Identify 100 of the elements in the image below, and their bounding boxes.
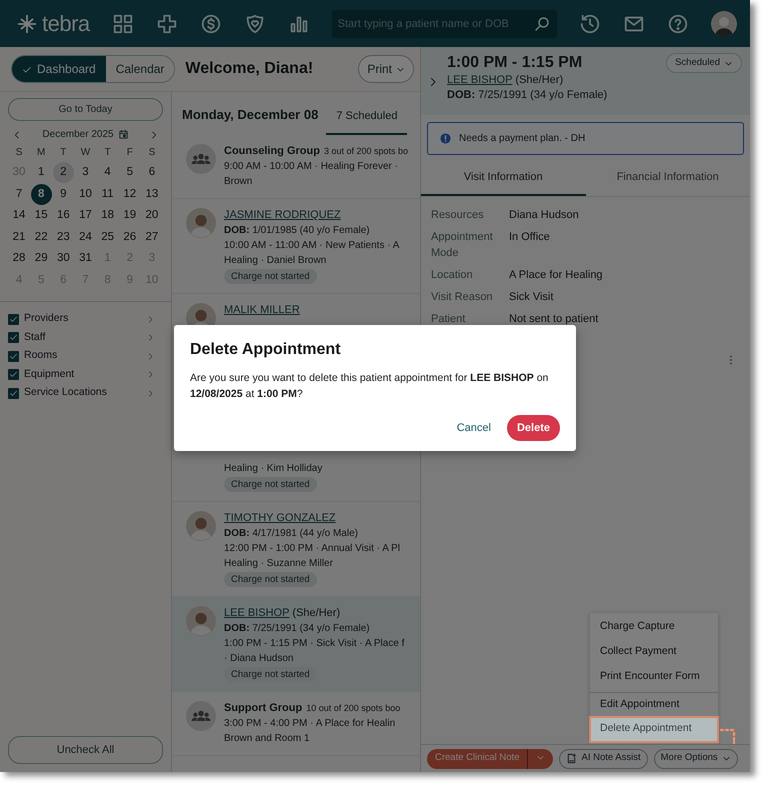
filter-label[interactable]: Rooms	[24, 348, 141, 364]
weekday-label: W	[80, 146, 92, 160]
weekday-label: M	[36, 146, 46, 160]
calendar-day[interactable]: 28	[8, 248, 30, 269]
field-label: Visit Reason	[431, 290, 494, 304]
calendar-day[interactable]: 18	[97, 205, 118, 226]
avatar-icon	[186, 208, 216, 238]
calendar-day[interactable]: 26	[119, 226, 140, 248]
appointment-detail: Brown and Room 1	[224, 732, 311, 746]
calendar-day[interactable]: 21	[8, 226, 30, 248]
cross-icon[interactable]	[156, 12, 178, 34]
print-button[interactable]: Print	[358, 55, 414, 83]
dollar-icon[interactable]	[200, 12, 222, 34]
search-field[interactable]: Start typing a patient name or DOB	[332, 10, 557, 38]
date-heading: Monday, December 08	[182, 106, 318, 124]
menu-item[interactable]: Delete Appointment	[590, 717, 718, 742]
calendar-day[interactable]: 23	[52, 226, 74, 248]
calendar-icon[interactable]	[118, 129, 129, 140]
calendar-day[interactable]: 19	[119, 205, 140, 226]
history-icon[interactable]	[578, 12, 601, 34]
grid-icon[interactable]	[112, 12, 134, 34]
filter-label[interactable]: Service Locations	[24, 385, 141, 402]
dob-text: DOB: 4/17/1981 (44 y/o Male)	[224, 527, 359, 541]
kebab-menu-icon[interactable]	[729, 355, 733, 365]
dialog-message: Are you sure you want to delete this patient appointment for LEE BISHOP on 12/08/2025 at 1:00 PM?	[190, 371, 550, 402]
caret-icon	[722, 754, 731, 763]
avatar-icon[interactable]	[710, 10, 737, 36]
appointment-detail: Brown	[224, 175, 254, 189]
menu-item[interactable]: Collect Payment	[590, 640, 718, 665]
patient-name-link[interactable]: LEE BISHOP	[447, 74, 512, 86]
group-title: Counseling Group	[224, 145, 320, 157]
calendar-day[interactable]: 3	[74, 162, 96, 183]
calendar-day[interactable]: 25	[97, 226, 118, 248]
search-icon[interactable]	[532, 14, 551, 32]
info-tab[interactable]: Financial Information	[586, 162, 750, 196]
checkbox[interactable]	[8, 314, 19, 325]
menu-item[interactable]: Print Encounter Form	[590, 664, 718, 690]
scheduled-tab[interactable]: 7 Scheduled	[326, 108, 408, 135]
uncheck-all-button[interactable]: Uncheck All	[8, 736, 163, 764]
cancel-button[interactable]: Cancel	[450, 418, 497, 437]
calendar-day[interactable]: 2	[52, 162, 74, 183]
patient-name-link[interactable]: TIMOTHY GONZALEZ	[224, 512, 336, 524]
calendar-day[interactable]: 5	[119, 162, 140, 183]
view-toggle-tab[interactable]: Dashboard	[12, 56, 106, 82]
calendar-day[interactable]: 30	[52, 248, 74, 269]
filter-label[interactable]: Staff	[24, 330, 141, 346]
calendar-day[interactable]: 8	[30, 184, 52, 204]
calendar-day[interactable]: 13	[141, 184, 162, 204]
weekday-label: S	[148, 146, 156, 160]
appointment-detail: Healing · Daniel Brown	[224, 254, 328, 268]
info-tab[interactable]: Visit Information	[421, 162, 586, 196]
field-value: Sick Visit	[509, 290, 554, 304]
calendar-day[interactable]: 24	[74, 226, 96, 248]
calendar-day[interactable]: 11	[97, 184, 118, 204]
status-dropdown[interactable]: Scheduled	[666, 53, 742, 73]
patient-name-link[interactable]: JASMINE RODRIQUEZ	[224, 209, 341, 221]
calendar-day[interactable]: 16	[52, 205, 74, 226]
filter-label[interactable]: Equipment	[24, 366, 141, 383]
logo-text[interactable]: tebra	[42, 7, 90, 40]
calendar-day[interactable]: 27	[141, 226, 162, 248]
info-icon	[440, 133, 451, 144]
more-options-button[interactable]: More Options	[654, 748, 738, 768]
patient-name-link[interactable]: LEE BISHOP	[224, 607, 290, 619]
calendar-day[interactable]: 29	[30, 248, 52, 269]
calendar-day[interactable]: 31	[74, 248, 96, 269]
weekday-label: F	[126, 146, 134, 160]
checkbox[interactable]	[8, 332, 19, 344]
go-to-today-button[interactable]: Go to Today	[8, 98, 163, 121]
help-icon[interactable]	[666, 12, 689, 34]
ai-note-button[interactable]: AI Note Assist	[559, 748, 648, 768]
calendar-day[interactable]: 12	[119, 184, 140, 204]
check-icon	[22, 64, 32, 75]
calendar-day[interactable]: 6	[141, 162, 162, 183]
patient-name-link[interactable]: MALIK MILLER	[224, 304, 300, 316]
appointment-detail: Healing · Kim Holliday	[224, 462, 324, 476]
calendar-day[interactable]: 22	[30, 226, 52, 248]
field-value: Diana Hudson	[509, 208, 579, 222]
calendar-day[interactable]: 14	[8, 205, 30, 226]
calendar-day[interactable]: 10	[74, 184, 96, 204]
logo-icon[interactable]	[16, 12, 38, 34]
caret-icon	[536, 753, 546, 762]
menu-item[interactable]: Charge Capture	[590, 615, 718, 640]
pronouns-text: (She/Her)	[515, 74, 564, 86]
calendar-day[interactable]: 20	[141, 205, 162, 226]
checkbox[interactable]	[8, 388, 19, 399]
selected-appointment-row[interactable]: LEE BISHOP (She/Her) DOB: 7/25/1991 (34 y/o Female) 1:00 PM - 1:15 PM · Sick Visit · A Place f · Diana Hudson Charge not started	[172, 597, 420, 692]
pronouns-text: (She/Her)	[292, 607, 340, 619]
checkbox[interactable]	[8, 350, 19, 362]
filter-label[interactable]: Providers	[24, 311, 141, 328]
menu-item[interactable]: Edit Appointment	[590, 692, 718, 718]
calendar-day[interactable]: 1	[30, 162, 52, 183]
calendar-day[interactable]: 7	[8, 184, 30, 204]
checkbox[interactable]	[8, 369, 19, 380]
calendar-day[interactable]: 9	[52, 184, 74, 204]
delete-button[interactable]: Delete	[506, 414, 560, 441]
appointment-detail: Healing · Suzanne Miller	[224, 557, 334, 571]
charge-status-badge: Charge not started	[224, 477, 317, 492]
calendar-day[interactable]: 15	[30, 205, 52, 226]
calendar-day[interactable]: 4	[97, 162, 118, 183]
calendar-day[interactable]: 17	[74, 205, 96, 226]
